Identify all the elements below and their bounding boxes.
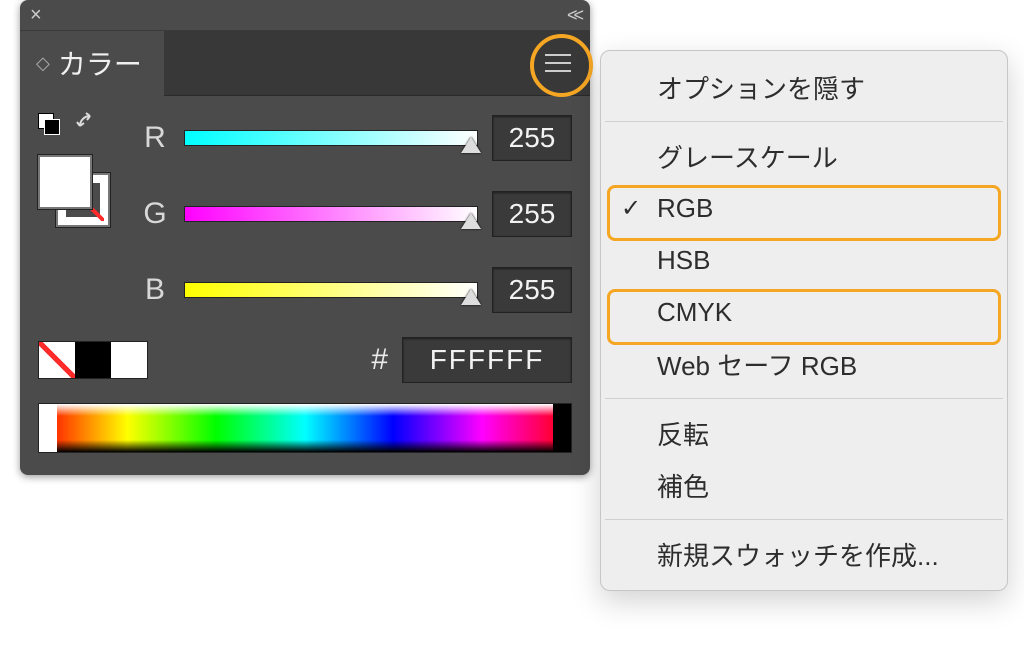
menu-cmyk[interactable]: CMYK bbox=[601, 286, 1007, 338]
menu-separator bbox=[605, 519, 1003, 520]
menu-separator bbox=[605, 398, 1003, 399]
panel-topbar: × << bbox=[20, 0, 590, 31]
hex-input[interactable]: FFFFFF bbox=[402, 337, 572, 383]
slider-track-g[interactable] bbox=[184, 206, 478, 222]
slider-value-r[interactable]: 255 bbox=[492, 115, 572, 161]
menu-rgb[interactable]: ✓ RGB bbox=[601, 182, 1007, 234]
swatch-black[interactable] bbox=[75, 342, 111, 378]
menu-label: RGB bbox=[657, 193, 713, 224]
menu-label: HSB bbox=[657, 245, 710, 276]
slider-row-b: B 255 bbox=[140, 267, 572, 313]
slider-track-b[interactable] bbox=[184, 282, 478, 298]
tab-drag-icon: ◇ bbox=[36, 53, 50, 74]
slider-thumb-g[interactable] bbox=[461, 213, 481, 229]
collapse-icon[interactable]: << bbox=[567, 5, 580, 26]
menu-websafe[interactable]: Web セーフ RGB bbox=[601, 338, 1007, 390]
rgb-sliders: R 255 G 255 B bbox=[140, 109, 572, 313]
menu-new-swatch[interactable]: 新規スウォッチを作成... bbox=[601, 528, 1007, 580]
menu-hsb[interactable]: HSB bbox=[601, 234, 1007, 286]
menu-separator bbox=[605, 121, 1003, 122]
menu-hide-options[interactable]: オプションを隠す bbox=[601, 61, 1007, 113]
menu-label: 補色 bbox=[657, 467, 709, 504]
swatch-trio bbox=[38, 341, 148, 379]
panel-tabbar: ◇ カラー bbox=[20, 31, 590, 95]
close-icon[interactable]: × bbox=[30, 5, 42, 25]
menu-label: 反転 bbox=[657, 415, 709, 452]
swatch-white[interactable] bbox=[111, 342, 147, 378]
check-icon: ✓ bbox=[621, 194, 641, 223]
menu-label: グレースケール bbox=[657, 138, 838, 175]
slider-value-b[interactable]: 255 bbox=[492, 267, 572, 313]
menu-label: 新規スウォッチを作成... bbox=[657, 536, 939, 573]
slider-label-g: G bbox=[140, 197, 170, 231]
hex-hash-label: # bbox=[371, 343, 388, 377]
slider-row-r: R 255 bbox=[140, 115, 572, 161]
menu-label: Web セーフ RGB bbox=[657, 346, 857, 383]
slider-label-r: R bbox=[140, 121, 170, 155]
slider-row-g: G 255 bbox=[140, 191, 572, 237]
menu-label: オプションを隠す bbox=[657, 69, 865, 106]
slider-track-r[interactable] bbox=[184, 130, 478, 146]
tab-label: カラー bbox=[58, 43, 142, 83]
menu-invert[interactable]: 反転 bbox=[601, 407, 1007, 459]
color-spectrum[interactable] bbox=[38, 403, 572, 453]
default-fill-stroke-icon[interactable] bbox=[38, 113, 60, 135]
hex-row: # FFFFFF bbox=[38, 337, 572, 383]
tab-spacer bbox=[164, 31, 590, 96]
fill-stroke-swatch[interactable] bbox=[38, 155, 110, 227]
tab-color[interactable]: ◇ カラー bbox=[20, 31, 164, 95]
slider-thumb-r[interactable] bbox=[461, 137, 481, 153]
left-tools bbox=[38, 109, 128, 227]
menu-label: CMYK bbox=[657, 297, 732, 328]
menu-complement[interactable]: 補色 bbox=[601, 459, 1007, 511]
slider-label-b: B bbox=[140, 273, 170, 307]
swatch-none[interactable] bbox=[39, 342, 75, 378]
panel-options-menu: オプションを隠す グレースケール ✓ RGB HSB CMYK Web セーフ … bbox=[600, 50, 1008, 591]
slider-thumb-b[interactable] bbox=[461, 289, 481, 305]
panel-menu-button[interactable] bbox=[538, 43, 578, 83]
slider-value-g[interactable]: 255 bbox=[492, 191, 572, 237]
swap-fill-stroke-icon[interactable] bbox=[76, 112, 100, 136]
menu-grayscale[interactable]: グレースケール bbox=[601, 130, 1007, 182]
panel-body: R 255 G 255 B bbox=[20, 95, 590, 475]
color-panel: × << ◇ カラー bbox=[20, 0, 590, 475]
